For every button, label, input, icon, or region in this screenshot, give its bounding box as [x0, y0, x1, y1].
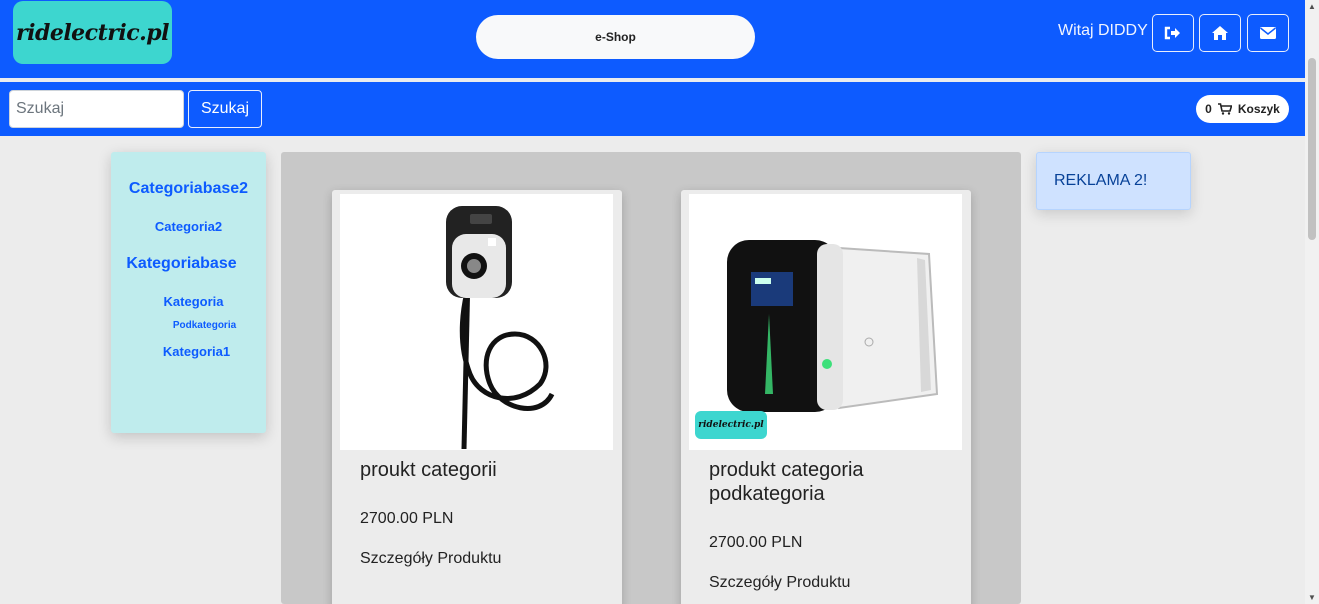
category-link-podkategoria[interactable]: Podkategoria — [127, 320, 282, 331]
cart-count: 0 — [1205, 102, 1212, 116]
contact-button[interactable] — [1247, 14, 1289, 52]
product-price: 2700.00 PLN — [709, 534, 803, 551]
product-card: ridelectric.pl produkt categoria podkate… — [681, 190, 971, 604]
scroll-down-arrow-icon[interactable]: ▼ — [1308, 593, 1316, 602]
page-scrollbar[interactable]: ▲ ▼ — [1305, 0, 1319, 604]
shopping-cart-icon — [1217, 103, 1232, 115]
category-link-categoria2[interactable]: Categoria2 — [111, 219, 266, 234]
scroll-up-arrow-icon[interactable]: ▲ — [1308, 2, 1316, 11]
product-image[interactable]: ridelectric.pl — [689, 194, 962, 450]
search-button[interactable]: Szukaj — [188, 90, 262, 128]
search-bar: Szukaj 0 Koszyk — [0, 82, 1305, 136]
eshop-button[interactable]: e-Shop — [476, 15, 755, 59]
cart-label: Koszyk — [1237, 102, 1280, 116]
logo-text: ridelectric.pl — [16, 19, 169, 46]
product-watermark-logo: ridelectric.pl — [695, 411, 767, 439]
category-sidebar: Categoriabase2 Categoria2 Kategoriabase … — [111, 152, 266, 433]
product-details-link[interactable]: Szczegóły Produktu — [360, 550, 501, 568]
product-image[interactable] — [340, 194, 613, 450]
category-link-kategoriabase[interactable]: Kategoriabase — [104, 255, 259, 273]
cart-button[interactable]: 0 Koszyk — [1196, 95, 1289, 123]
logout-button[interactable] — [1152, 14, 1194, 52]
advertisement-box[interactable]: REKLAMA 2! — [1036, 152, 1191, 210]
home-button[interactable] — [1199, 14, 1241, 52]
scrollbar-thumb[interactable] — [1308, 58, 1316, 240]
envelope-icon — [1260, 27, 1276, 39]
top-navbar: ridelectric.pl e-Shop Witaj DIDDY — [0, 0, 1305, 78]
site-logo[interactable]: ridelectric.pl — [13, 1, 172, 64]
product-title[interactable]: proukt categorii — [360, 458, 600, 482]
category-link-kategoria[interactable]: Kategoria — [116, 294, 271, 309]
product-details-link[interactable]: Szczegóły Produktu — [709, 574, 850, 592]
product-card: proukt categorii 2700.00 PLN Szczegóły P… — [332, 190, 622, 604]
product-title[interactable]: produkt categoria podkategoria — [709, 458, 949, 506]
home-icon — [1212, 26, 1228, 40]
product-grid: proukt categorii 2700.00 PLN Szczegóły P… — [281, 152, 1021, 604]
product-price: 2700.00 PLN — [360, 510, 454, 527]
category-link-kategoria1[interactable]: Kategoria1 — [119, 344, 274, 359]
category-link-categoriabase2[interactable]: Categoriabase2 — [111, 180, 266, 198]
sign-out-icon — [1164, 26, 1180, 40]
search-input[interactable] — [9, 90, 184, 128]
ev-charger-image — [446, 206, 555, 450]
greeting-text: Witaj DIDDY — [1058, 22, 1148, 39]
